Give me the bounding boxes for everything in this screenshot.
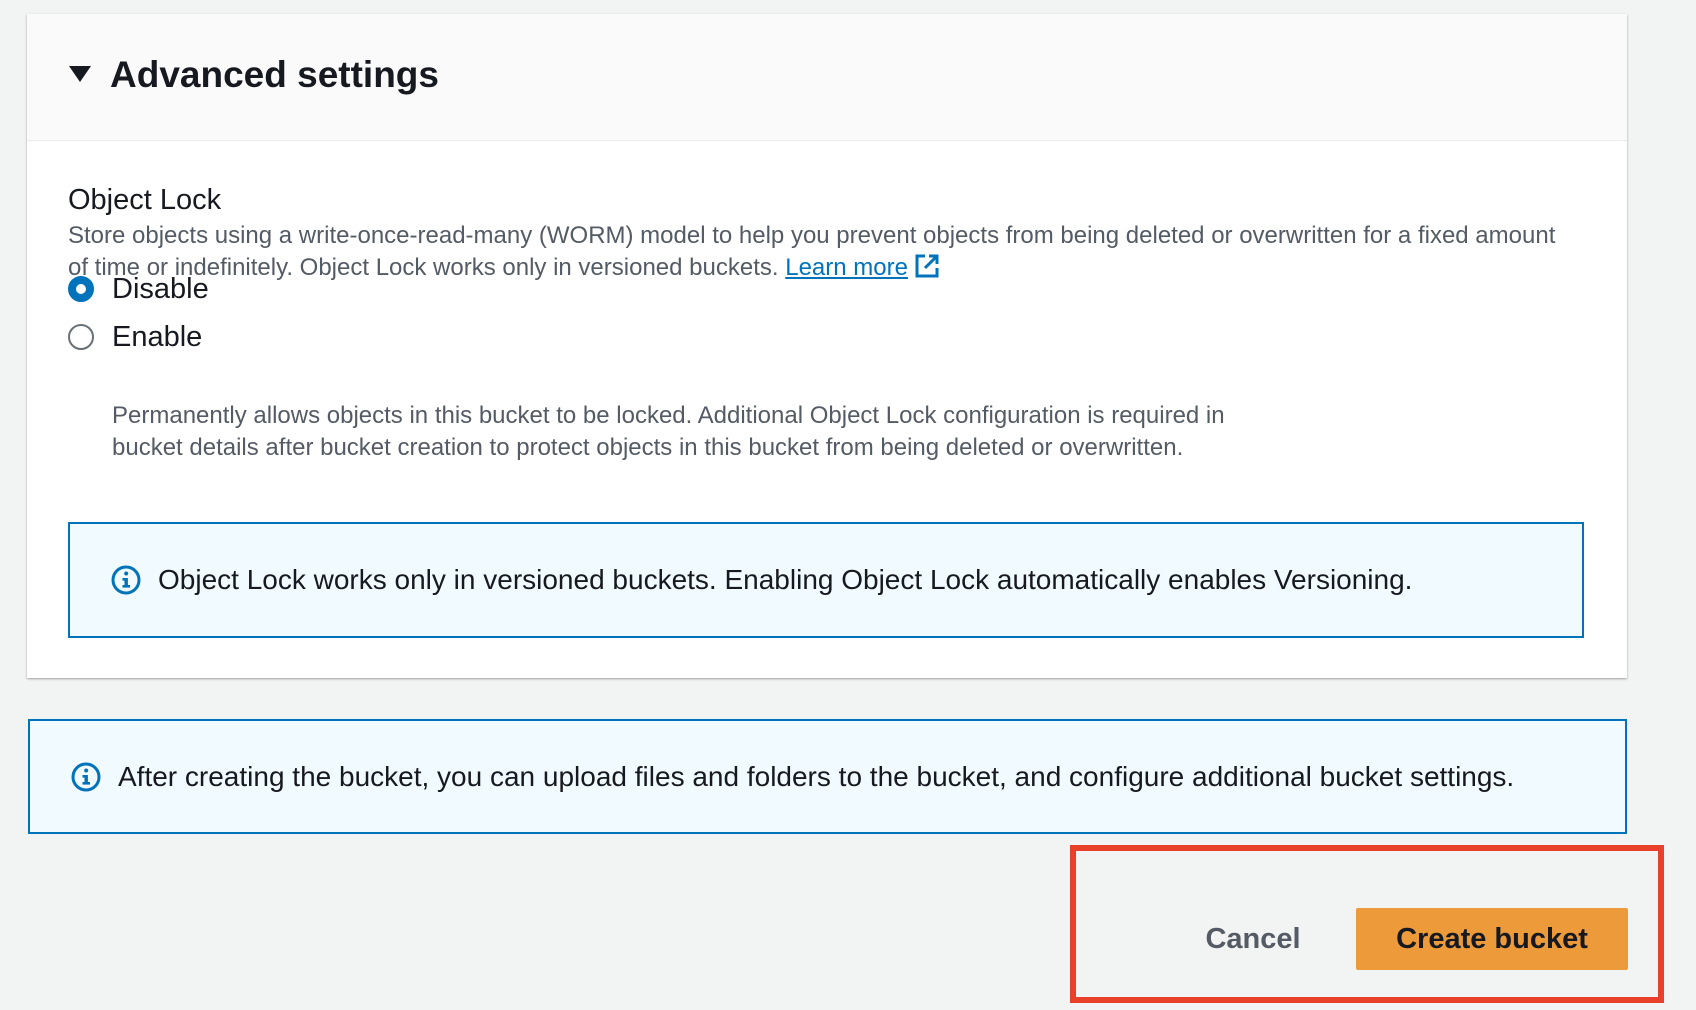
radio-disable-label[interactable]: Disable bbox=[112, 271, 209, 307]
radio-button-selected[interactable] bbox=[68, 276, 94, 302]
object-lock-label: Object Lock bbox=[68, 184, 222, 216]
advanced-settings-header[interactable]: Advanced settings bbox=[27, 14, 1627, 141]
advanced-settings-panel: Advanced settings Object Lock Store obje… bbox=[27, 14, 1627, 678]
bucket-creation-info-alert: After creating the bucket, you can uploa… bbox=[28, 719, 1627, 834]
radio-enable[interactable]: Enable bbox=[68, 319, 202, 355]
object-lock-description: Store objects using a write-once-read-ma… bbox=[68, 220, 1568, 284]
object-lock-info-alert: Object Lock works only in versioned buck… bbox=[68, 522, 1584, 638]
radio-disable[interactable]: Disable bbox=[68, 271, 209, 307]
create-bucket-button[interactable]: Create bucket bbox=[1356, 908, 1628, 970]
object-lock-info-text: Object Lock works only in versioned buck… bbox=[158, 564, 1413, 595]
learn-more-link[interactable]: Learn more bbox=[785, 254, 908, 281]
cancel-button[interactable]: Cancel bbox=[1180, 908, 1326, 970]
radio-button-unselected[interactable] bbox=[68, 324, 94, 350]
radio-enable-label[interactable]: Enable bbox=[112, 319, 202, 355]
bucket-creation-info-text: After creating the bucket, you can uploa… bbox=[118, 760, 1515, 792]
learn-more-label[interactable]: Learn more bbox=[785, 254, 908, 281]
radio-enable-description: Permanently allows objects in this bucke… bbox=[112, 402, 1225, 461]
advanced-settings-title[interactable]: Advanced settings bbox=[110, 52, 439, 98]
caret-down-icon[interactable] bbox=[69, 66, 91, 82]
external-link-icon[interactable] bbox=[914, 253, 940, 279]
info-icon bbox=[111, 565, 141, 595]
info-icon bbox=[71, 762, 101, 791]
